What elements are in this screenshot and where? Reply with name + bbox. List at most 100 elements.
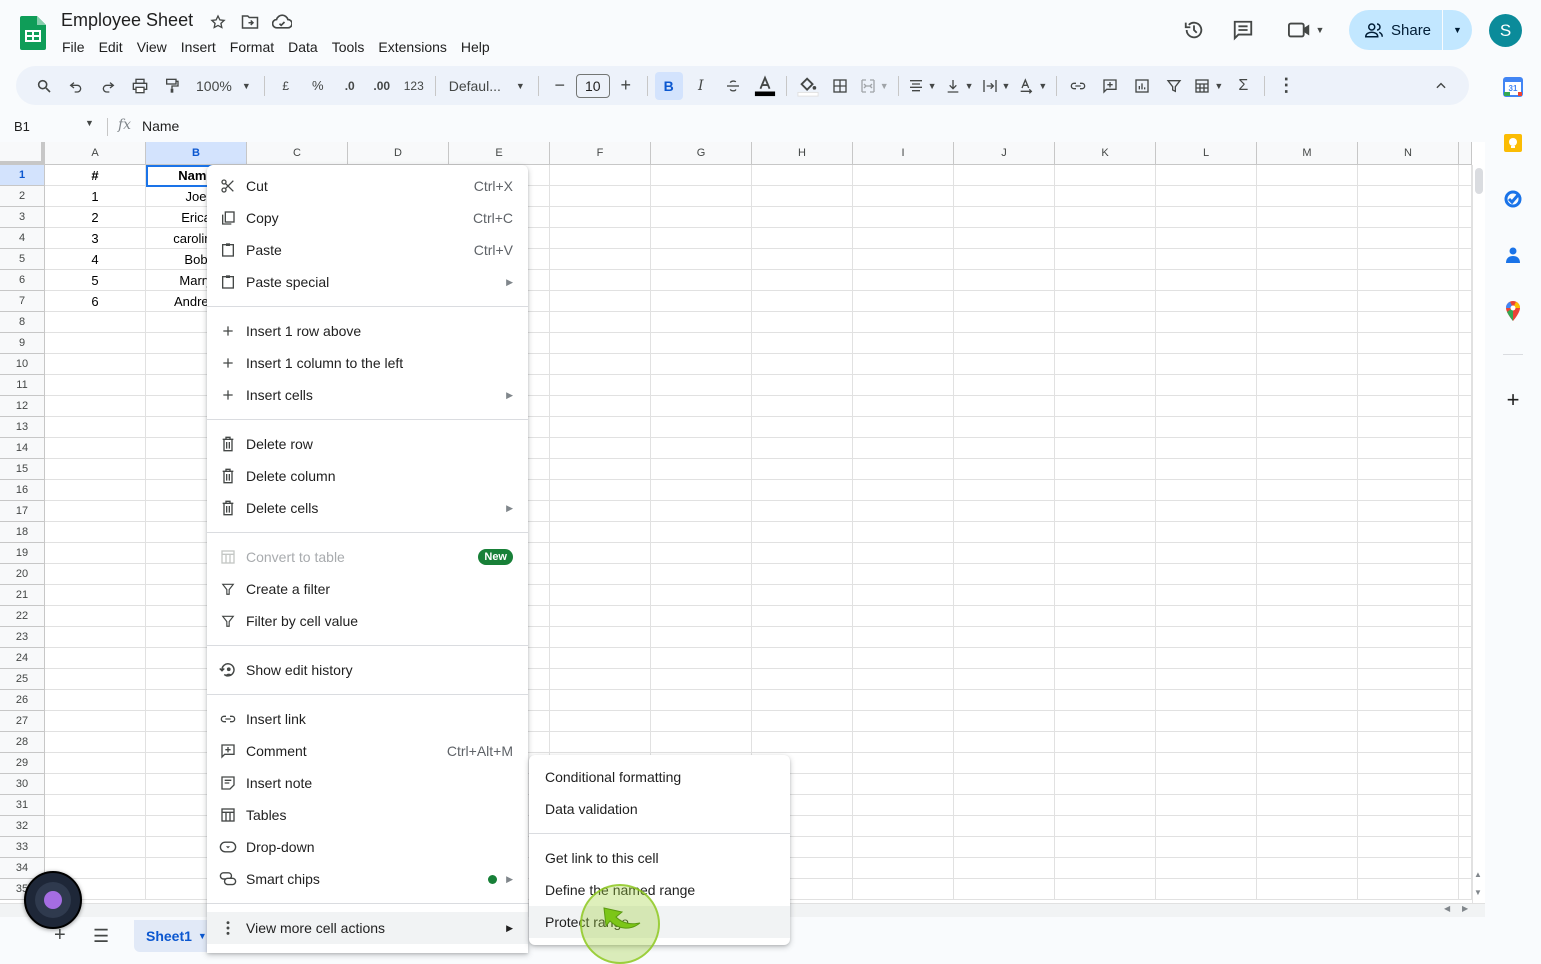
cell-i34[interactable] <box>853 858 954 879</box>
cell-h18[interactable] <box>752 522 853 543</box>
cell-h24[interactable] <box>752 648 853 669</box>
cell-a12[interactable] <box>45 396 146 417</box>
column-header-c[interactable]: C <box>247 142 348 165</box>
menu-item-cut[interactable]: Cut Ctrl+X <box>207 170 528 202</box>
cell-m27[interactable] <box>1257 711 1358 732</box>
cell-l30[interactable] <box>1156 774 1257 795</box>
column-header-n[interactable]: N <box>1358 142 1459 165</box>
cell-k13[interactable] <box>1055 417 1156 438</box>
row-header-1[interactable]: 1 <box>0 165 45 186</box>
cell-j6[interactable] <box>954 270 1055 291</box>
cell-i1[interactable] <box>853 165 954 186</box>
cell-g8[interactable] <box>651 312 752 333</box>
cell-h15[interactable] <box>752 459 853 480</box>
cell-h20[interactable] <box>752 564 853 585</box>
meet-icon[interactable]: ▼ <box>1283 14 1329 46</box>
cell-k27[interactable] <box>1055 711 1156 732</box>
cell-k19[interactable] <box>1055 543 1156 564</box>
cell-h27[interactable] <box>752 711 853 732</box>
version-history-icon[interactable] <box>1178 14 1210 46</box>
cell-h16[interactable] <box>752 480 853 501</box>
cell-l32[interactable] <box>1156 816 1257 837</box>
cell-l10[interactable] <box>1156 354 1257 375</box>
cell-n18[interactable] <box>1358 522 1459 543</box>
cell-n27[interactable] <box>1358 711 1459 732</box>
cell-h14[interactable] <box>752 438 853 459</box>
cell-h9[interactable] <box>752 333 853 354</box>
cell-m16[interactable] <box>1257 480 1358 501</box>
cell-a33[interactable] <box>45 837 146 858</box>
cell-n24[interactable] <box>1358 648 1459 669</box>
cell-g26[interactable] <box>651 690 752 711</box>
cell-i24[interactable] <box>853 648 954 669</box>
cell-k12[interactable] <box>1055 396 1156 417</box>
cell-j18[interactable] <box>954 522 1055 543</box>
star-icon[interactable] <box>208 12 228 32</box>
keep-icon[interactable] <box>1502 132 1524 154</box>
submenu-item-data-validation[interactable]: Data validation <box>529 793 790 825</box>
cell-l5[interactable] <box>1156 249 1257 270</box>
contacts-icon[interactable] <box>1502 244 1524 266</box>
cell-f21[interactable] <box>550 585 651 606</box>
cell-n31[interactable] <box>1358 795 1459 816</box>
cell-l33[interactable] <box>1156 837 1257 858</box>
cell-n4[interactable] <box>1358 228 1459 249</box>
menu-item-smart-chips[interactable]: Smart chips ▶ <box>207 863 528 895</box>
cell-m23[interactable] <box>1257 627 1358 648</box>
cell-i19[interactable] <box>853 543 954 564</box>
cell-n19[interactable] <box>1358 543 1459 564</box>
cell-i12[interactable] <box>853 396 954 417</box>
cell-l11[interactable] <box>1156 375 1257 396</box>
cell-n23[interactable] <box>1358 627 1459 648</box>
row-header-14[interactable]: 14 <box>0 438 45 459</box>
cell-l28[interactable] <box>1156 732 1257 753</box>
vertical-align-button[interactable]: ▼ <box>943 72 976 100</box>
cell-m34[interactable] <box>1257 858 1358 879</box>
cell-j29[interactable] <box>954 753 1055 774</box>
cell-k22[interactable] <box>1055 606 1156 627</box>
cell-m24[interactable] <box>1257 648 1358 669</box>
cell-a10[interactable] <box>45 354 146 375</box>
cell-m1[interactable] <box>1257 165 1358 186</box>
cell-l19[interactable] <box>1156 543 1257 564</box>
cell-l8[interactable] <box>1156 312 1257 333</box>
cell-a15[interactable] <box>45 459 146 480</box>
cell-g5[interactable] <box>651 249 752 270</box>
more-vert-icon[interactable]: ⋮ <box>1272 72 1300 100</box>
column-header-h[interactable]: H <box>752 142 853 165</box>
cell-j13[interactable] <box>954 417 1055 438</box>
cell-l15[interactable] <box>1156 459 1257 480</box>
cell-k32[interactable] <box>1055 816 1156 837</box>
cell-i6[interactable] <box>853 270 954 291</box>
cell-n11[interactable] <box>1358 375 1459 396</box>
cell-l13[interactable] <box>1156 417 1257 438</box>
cell-h7[interactable] <box>752 291 853 312</box>
cell-j1[interactable] <box>954 165 1055 186</box>
menu-item-insert-note[interactable]: Insert note <box>207 767 528 799</box>
cell-g4[interactable] <box>651 228 752 249</box>
sheets-logo-icon[interactable] <box>20 16 46 50</box>
cell-f14[interactable] <box>550 438 651 459</box>
format-currency-button[interactable]: £ <box>272 72 300 100</box>
cell-j35[interactable] <box>954 879 1055 900</box>
cell-n26[interactable] <box>1358 690 1459 711</box>
cell-l3[interactable] <box>1156 207 1257 228</box>
cell-j11[interactable] <box>954 375 1055 396</box>
cell-i33[interactable] <box>853 837 954 858</box>
menu-help[interactable]: Help <box>454 37 497 57</box>
cell-j5[interactable] <box>954 249 1055 270</box>
cell-h2[interactable] <box>752 186 853 207</box>
cell-m8[interactable] <box>1257 312 1358 333</box>
column-header-b[interactable]: B <box>146 142 247 165</box>
menu-view[interactable]: View <box>130 37 174 57</box>
increase-font-size-button[interactable]: + <box>612 72 640 100</box>
cell-f12[interactable] <box>550 396 651 417</box>
row-header-25[interactable]: 25 <box>0 669 45 690</box>
maps-icon[interactable] <box>1502 300 1524 322</box>
cell-h25[interactable] <box>752 669 853 690</box>
cell-h28[interactable] <box>752 732 853 753</box>
cell-g28[interactable] <box>651 732 752 753</box>
cell-m22[interactable] <box>1257 606 1358 627</box>
cell-g11[interactable] <box>651 375 752 396</box>
cell-k2[interactable] <box>1055 186 1156 207</box>
